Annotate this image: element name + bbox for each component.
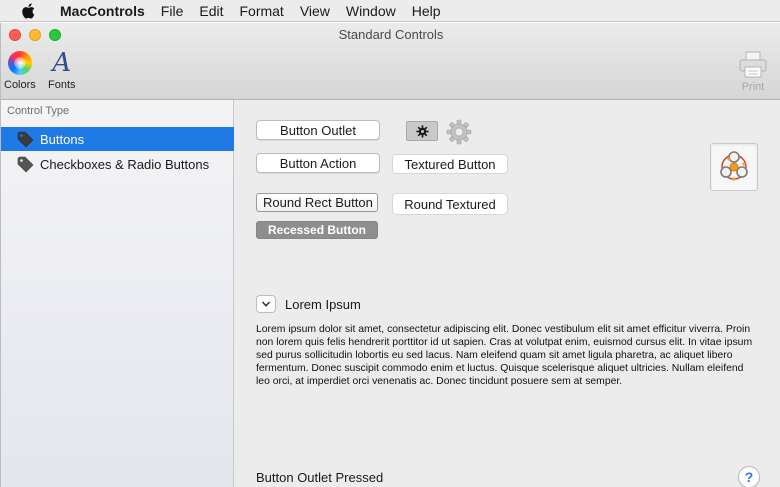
gear-outline-icon[interactable]: [446, 119, 472, 145]
window: Standard Controls Colors A Fonts Print C…: [0, 23, 780, 487]
round-textured-button[interactable]: Round Textured: [392, 193, 508, 215]
apple-icon[interactable]: [18, 2, 38, 19]
title-toolbar: Standard Controls Colors A Fonts Print: [1, 23, 780, 100]
toolbar-colors-label: Colors: [4, 79, 36, 91]
main-panel: Button Outlet Button Action Textured But…: [235, 100, 780, 487]
sidebar-item-label: Buttons: [40, 131, 85, 147]
lorem-text: Lorem ipsum dolor sit amet, consectetur …: [256, 324, 753, 387]
recessed-button[interactable]: Recessed Button: [256, 221, 378, 239]
toolbar-print[interactable]: Print: [738, 51, 768, 93]
disclosure-button[interactable]: [256, 295, 276, 313]
menu-app-name[interactable]: MacControls: [52, 0, 153, 22]
round-rect-button[interactable]: Round Rect Button: [256, 193, 378, 212]
chevron-down-icon: [261, 301, 271, 307]
menu-view[interactable]: View: [292, 0, 338, 22]
menu-edit[interactable]: Edit: [191, 0, 231, 22]
tag-icon: [17, 131, 34, 147]
menu-bar: MacControls File Edit Format View Window…: [0, 0, 780, 22]
button-action[interactable]: Button Action: [256, 153, 380, 173]
sidebar-item-buttons[interactable]: Buttons: [1, 127, 234, 151]
toolbar-fonts-label: Fonts: [48, 79, 76, 91]
menu-help[interactable]: Help: [404, 0, 449, 22]
image-well[interactable]: [710, 143, 758, 191]
help-button[interactable]: ?: [738, 466, 760, 487]
sidebar-header: Control Type: [7, 105, 70, 117]
tag-icon: [17, 156, 34, 172]
gear-button[interactable]: [406, 121, 438, 141]
sidebar: Control Type Buttons Checkboxes & Radio …: [1, 100, 234, 487]
toolbar-print-label: Print: [741, 81, 765, 93]
color-wheel-icon: [7, 51, 32, 75]
toolbar-colors[interactable]: Colors: [4, 51, 36, 91]
button-outlet[interactable]: Button Outlet: [256, 120, 380, 140]
printer-icon: [739, 51, 767, 78]
help-icon: ?: [744, 469, 754, 485]
toolbar-fonts[interactable]: A Fonts: [48, 48, 76, 91]
status-label: Button Outlet Pressed: [256, 470, 384, 485]
menu-format[interactable]: Format: [231, 0, 291, 22]
gear-icon: [415, 124, 429, 138]
fonts-icon: A: [52, 48, 72, 78]
disclosure-label: Lorem Ipsum: [285, 297, 361, 312]
sidebar-item-label: Checkboxes & Radio Buttons: [40, 156, 210, 172]
textured-button[interactable]: Textured Button: [392, 154, 508, 174]
network-graph-icon: [720, 151, 748, 181]
sidebar-item-checkboxes[interactable]: Checkboxes & Radio Buttons: [1, 152, 234, 176]
menu-window[interactable]: Window: [338, 0, 404, 22]
window-title: Standard Controls: [338, 27, 444, 42]
menu-file[interactable]: File: [153, 0, 192, 22]
